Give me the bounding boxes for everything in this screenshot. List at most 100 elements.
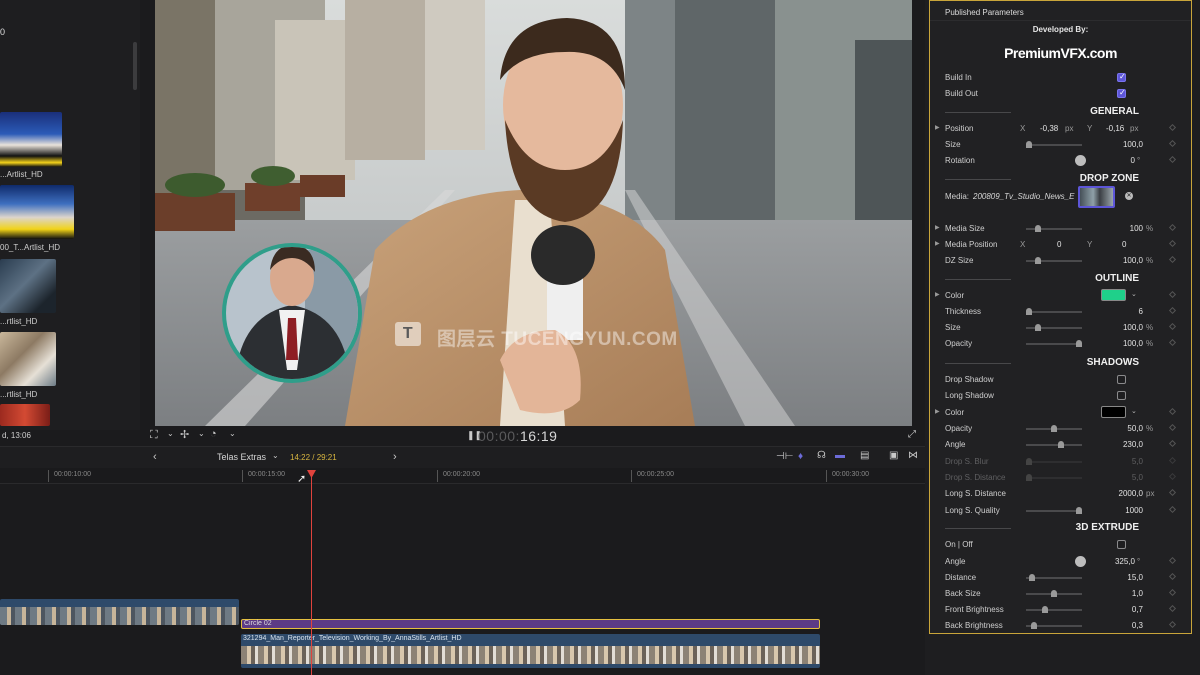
build-out-checkbox[interactable] (1117, 88, 1126, 98)
param-shadow-opacity[interactable]: Opacity 50,0 % (930, 421, 1191, 437)
long-quality-slider[interactable] (1026, 507, 1082, 514)
speed-icon[interactable]: ◔ (210, 428, 217, 440)
transform-icon[interactable]: ⛶ (150, 429, 158, 442)
keyframe-icon[interactable] (1168, 155, 1177, 164)
back-brightness-value[interactable]: 0,3 (1132, 621, 1143, 630)
keyframe-icon[interactable] (1168, 423, 1177, 432)
long-distance-value[interactable]: 2000,0 (1119, 489, 1143, 498)
keyframe-icon[interactable] (1168, 488, 1177, 497)
distance-slider[interactable] (1026, 574, 1082, 581)
param-outline-opacity[interactable]: Opacity 100,0 % (930, 336, 1191, 352)
extrude-checkbox[interactable] (1117, 540, 1126, 549)
size-value[interactable]: 100,0 (1123, 140, 1143, 149)
keyframe-icon[interactable] (1168, 306, 1177, 315)
effects-browser-icon[interactable]: ▣ (889, 450, 898, 461)
param-outline-color[interactable]: ▶ Color ⌄ (930, 288, 1191, 304)
extrude-angle-value[interactable]: 325,0 (1115, 557, 1135, 566)
param-back-size[interactable]: Back Size 1,0 (930, 586, 1191, 602)
playhead[interactable] (311, 470, 312, 675)
keyframe-icon[interactable] (1168, 338, 1177, 347)
chevron-down-icon[interactable]: ⌄ (272, 451, 279, 460)
keyframe-icon[interactable] (1168, 439, 1177, 448)
rotation-value[interactable]: 0 (1131, 156, 1135, 165)
keyframe-icon[interactable] (1168, 290, 1177, 299)
param-position[interactable]: ▶ Position X -0,38 px Y -0,16 px (930, 121, 1191, 137)
param-dz-size[interactable]: DZ Size 100,0 % (930, 253, 1191, 269)
keyframe-icon[interactable] (1168, 505, 1177, 514)
keyframe-icon[interactable] (1168, 255, 1177, 264)
keyframe-icon[interactable] (1168, 407, 1177, 416)
keyframe-icon[interactable] (1168, 556, 1177, 565)
snapping-icon[interactable]: ▬ (835, 450, 845, 461)
media-size-value[interactable]: 100 (1130, 224, 1143, 233)
shadow-color-swatch[interactable] (1101, 406, 1126, 418)
param-back-brightness[interactable]: Back Brightness 0,3 (930, 618, 1191, 634)
viewer-canvas[interactable]: T 图层云 TUCENGYUN.COM (155, 0, 912, 426)
param-front-brightness[interactable]: Front Brightness 0,7 (930, 602, 1191, 618)
param-drop-shadow[interactable]: Drop Shadow (930, 372, 1191, 388)
drop-shadow-checkbox[interactable] (1117, 375, 1126, 384)
keyframe-icon[interactable] (1168, 620, 1177, 629)
media-well[interactable] (1078, 186, 1115, 208)
back-size-value[interactable]: 1,0 (1132, 589, 1143, 598)
chevron-down-icon[interactable]: ⌄ (1131, 290, 1137, 298)
chevron-down-icon[interactable]: ⌄ (229, 429, 236, 438)
skimmer-icon[interactable]: ⊣⊢ (776, 451, 793, 462)
shadow-opacity-value[interactable]: 50,0 (1127, 424, 1143, 433)
build-in-checkbox[interactable] (1117, 72, 1126, 82)
audio-skim-icon[interactable]: ♦ (798, 451, 803, 462)
headphones-icon[interactable]: ☊ (817, 450, 826, 461)
front-brightness-slider[interactable] (1026, 606, 1082, 613)
long-shadow-checkbox[interactable] (1117, 391, 1126, 400)
disclosure-icon[interactable]: ▶ (935, 408, 940, 415)
outline-size-slider[interactable] (1026, 324, 1082, 331)
magic-wand-icon[interactable]: ✢ (180, 428, 189, 441)
keyframe-icon[interactable] (1168, 123, 1177, 132)
param-shadow-angle[interactable]: Angle 230,0 (930, 437, 1191, 453)
outline-color-swatch[interactable] (1101, 289, 1126, 301)
disclosure-icon[interactable]: ▶ (935, 291, 940, 298)
browser-scrollbar[interactable] (133, 42, 137, 90)
clear-media-icon[interactable]: ✕ (1125, 192, 1133, 200)
video-clip[interactable]: 321294_Man_Reporter_Television_Working_B… (241, 634, 820, 668)
chevron-down-icon[interactable]: ⌄ (198, 429, 205, 438)
browser-clip[interactable]: ...rtlist_HD (0, 259, 56, 329)
param-on-off[interactable]: On | Off (930, 537, 1191, 553)
thickness-value[interactable]: 6 (1139, 307, 1143, 316)
param-build-out[interactable]: Build Out (930, 86, 1191, 102)
keyframe-icon[interactable] (1168, 322, 1177, 331)
outline-opacity-slider[interactable] (1026, 340, 1082, 347)
disclosure-icon[interactable]: ▶ (935, 124, 940, 131)
param-media[interactable]: Media: 200809_Tv_Studio_News_E ✕ (930, 186, 1191, 208)
param-shadow-color[interactable]: ▶ Color ⌄ (930, 405, 1191, 421)
keyframe-icon[interactable] (1168, 588, 1177, 597)
distance-value[interactable]: 15,0 (1127, 573, 1143, 582)
rotation-dial[interactable] (1075, 155, 1086, 166)
param-thickness[interactable]: Thickness 6 (930, 304, 1191, 320)
fullscreen-icon[interactable]: ⤢ (908, 429, 916, 440)
size-slider[interactable] (1026, 141, 1082, 148)
forward-arrow-icon[interactable]: › (393, 451, 397, 463)
front-brightness-value[interactable]: 0,7 (1132, 605, 1143, 614)
param-media-size[interactable]: ▶ Media Size 100 % (930, 221, 1191, 237)
shadow-angle-value[interactable]: 230,0 (1123, 440, 1143, 449)
dz-size-slider[interactable] (1026, 257, 1082, 264)
param-media-position[interactable]: ▶ Media Position X 0 Y 0 (930, 237, 1191, 253)
thickness-slider[interactable] (1026, 308, 1082, 315)
title-clip[interactable]: Circle 02 (241, 619, 820, 629)
keyframe-icon[interactable] (1168, 604, 1177, 613)
chevron-down-icon[interactable]: ⌄ (1131, 407, 1137, 415)
back-brightness-slider[interactable] (1026, 622, 1082, 629)
disclosure-icon[interactable]: ▶ (935, 224, 940, 231)
param-size[interactable]: Size 100,0 (930, 137, 1191, 153)
transitions-icon[interactable]: ⋈ (908, 450, 918, 461)
browser-clip[interactable] (0, 404, 50, 426)
timeline-ruler[interactable]: 00:00:10:00 00:00:15:00 00:00:20:00 00:0… (0, 468, 925, 484)
long-quality-value[interactable]: 1000 (1125, 506, 1143, 515)
param-long-quality[interactable]: Long S. Quality 1000 (930, 503, 1191, 519)
keyframe-icon[interactable] (1168, 572, 1177, 581)
position-y-value[interactable]: -0,16 (1106, 124, 1124, 133)
outline-opacity-value[interactable]: 100,0 (1123, 339, 1143, 348)
keyframe-icon[interactable] (1168, 139, 1177, 148)
browser-clip[interactable]: 00_T...Artlist_HD (0, 185, 74, 255)
